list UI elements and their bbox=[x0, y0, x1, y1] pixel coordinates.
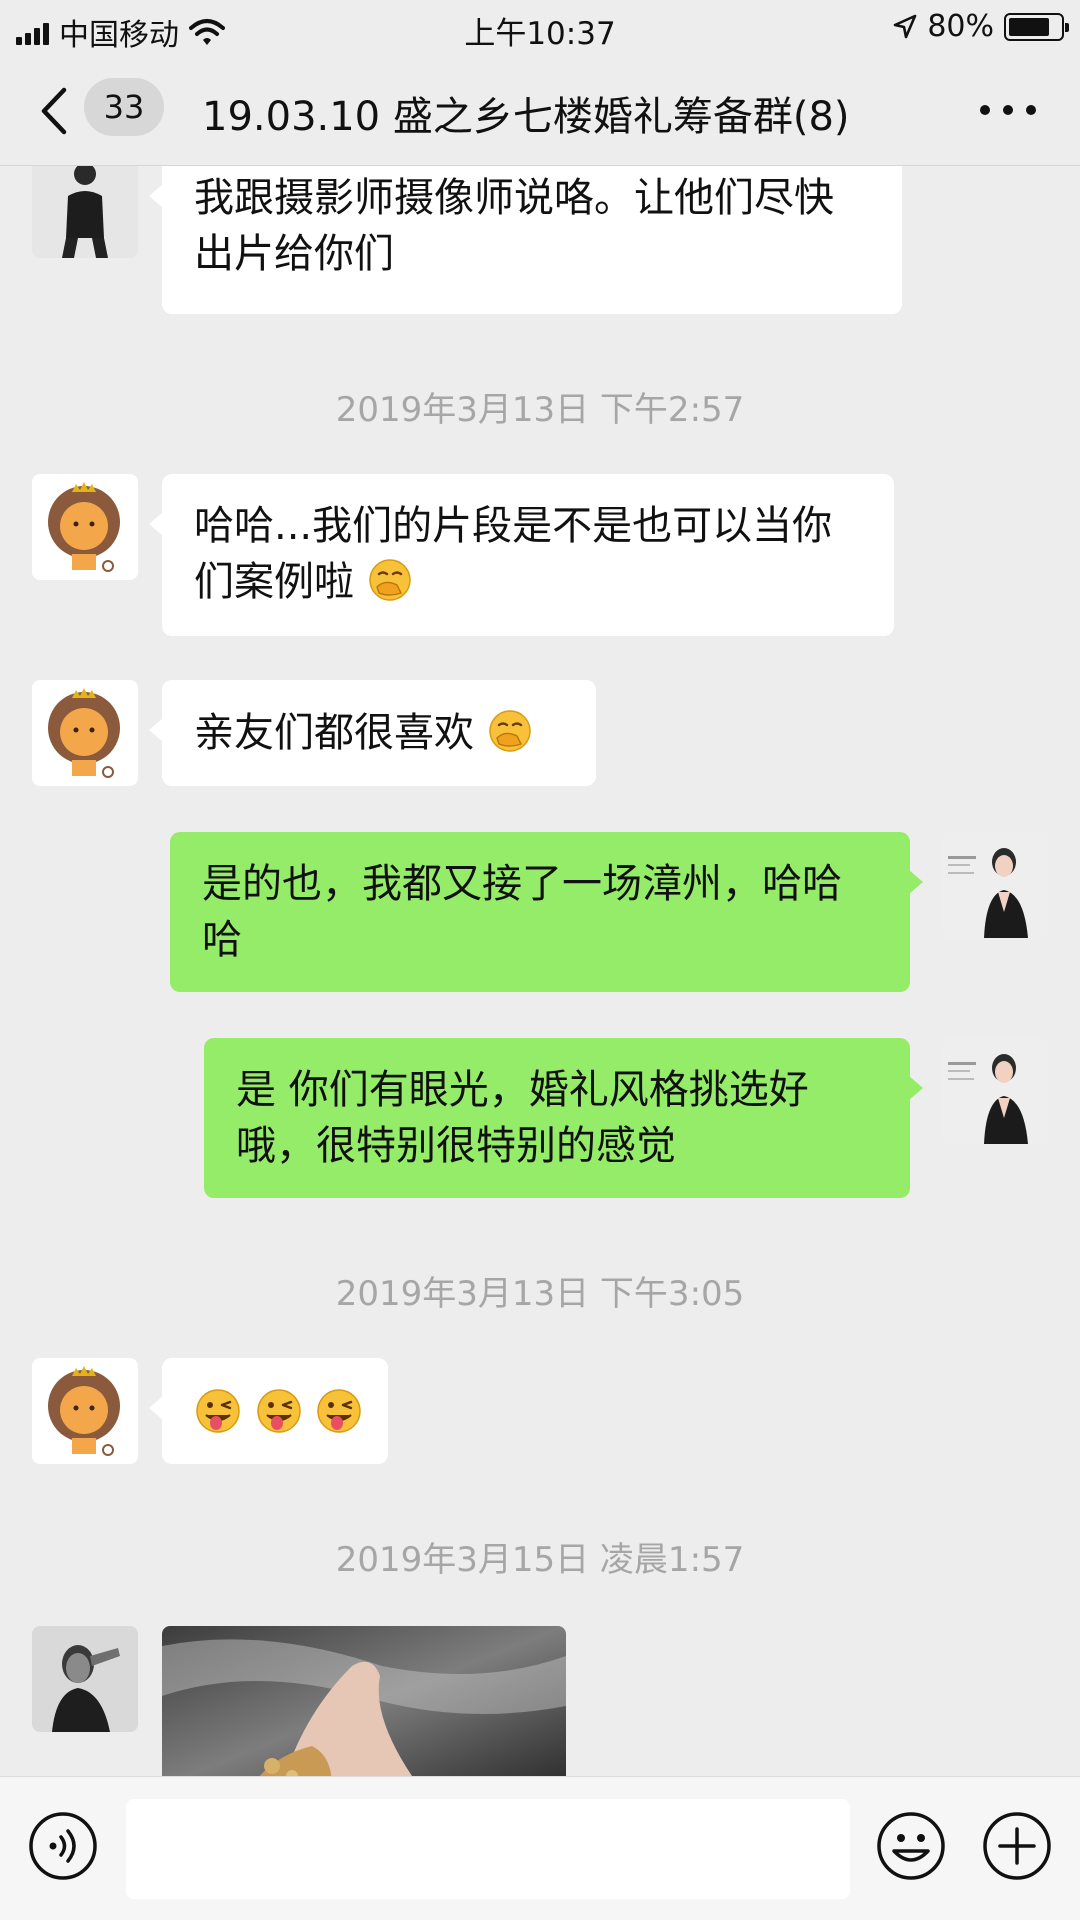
emoji-message-bubble[interactable] bbox=[149, 1358, 388, 1464]
message-bubble[interactable]: 我跟摄影师摄像师说咯。让他们尽快出片给你们 bbox=[149, 166, 902, 314]
dot-icon bbox=[1026, 105, 1036, 115]
dot-icon bbox=[980, 105, 990, 115]
message-list[interactable]: 我跟摄影师摄像师说咯。让他们尽快出片给你们 2019年3月13日 下午2:57 … bbox=[0, 166, 1080, 1776]
back-arrow-icon[interactable] bbox=[30, 84, 80, 138]
input-bar bbox=[0, 1776, 1080, 1920]
message-bubble[interactable]: 亲友们都很喜欢 bbox=[149, 680, 596, 786]
nav-bar: 33 19.03.10 盛之乡七楼婚礼筹备群(8) bbox=[0, 54, 1080, 166]
message-text: 亲友们都很喜欢 bbox=[194, 710, 474, 756]
message-bubble-self[interactable]: 是 你们有眼光，婚礼风格挑选好哦，很特别很特别的感觉 bbox=[204, 1038, 923, 1198]
message-bubble-self[interactable]: 是的也，我都又接了一场漳州，哈哈哈 bbox=[170, 832, 923, 992]
timestamp: 2019年3月15日 凌晨1:57 bbox=[335, 1540, 745, 1580]
message-text: 我跟摄影师摄像师说咯。让他们尽快出片给你们 bbox=[194, 175, 834, 277]
chat-screen: 中国移动 上午10:37 80% 33 19.03.10 盛之乡七楼婚礼筹备群(… bbox=[0, 0, 1080, 1920]
emoji-icon[interactable] bbox=[876, 1811, 946, 1881]
location-arrow-icon bbox=[894, 14, 917, 38]
lion-avatar[interactable] bbox=[32, 1358, 138, 1464]
planner-avatar[interactable] bbox=[942, 1038, 1048, 1144]
winking-face-with-tongue-icon bbox=[317, 1389, 362, 1433]
message-text: 是 你们有眼光，婚礼风格挑选好哦，很特别很特别的感觉 bbox=[236, 1067, 809, 1169]
bridal-shoes-photo[interactable] bbox=[162, 1626, 566, 1776]
chat-title: 19.03.10 盛之乡七楼婚礼筹备群(8) bbox=[202, 94, 850, 140]
more-options-button[interactable] bbox=[980, 98, 1036, 122]
unread-count-badge[interactable]: 33 bbox=[84, 78, 164, 136]
status-bar: 中国移动 上午10:37 80% bbox=[0, 0, 1080, 54]
battery-level bbox=[1009, 17, 1049, 36]
timestamp: 2019年3月13日 下午3:05 bbox=[335, 1274, 745, 1314]
woman-black-suit-avatar[interactable] bbox=[32, 166, 138, 258]
winking-face-with-tongue-icon bbox=[196, 1389, 240, 1433]
lion-avatar[interactable] bbox=[32, 474, 138, 580]
battery-percent: 80% bbox=[927, 9, 994, 44]
timestamp: 2019年3月13日 下午2:57 bbox=[335, 390, 745, 430]
message-text: 是的也，我都又接了一场漳州，哈哈哈 bbox=[202, 861, 842, 963]
planner-avatar[interactable] bbox=[942, 832, 1048, 938]
dot-icon bbox=[1003, 105, 1013, 115]
plus-icon[interactable] bbox=[982, 1811, 1052, 1881]
face-with-hand-over-mouth-icon bbox=[488, 710, 531, 752]
lion-avatar[interactable] bbox=[32, 680, 138, 786]
message-bubble[interactable]: 哈哈...我们的片段是不是也可以当你们案例啦 bbox=[149, 474, 894, 636]
face-with-hand-over-mouth-icon bbox=[368, 559, 411, 601]
battery-icon bbox=[1004, 12, 1069, 41]
message-text: 哈哈...我们的片段是不是也可以当你们案例啦 bbox=[194, 503, 833, 605]
winking-face-with-tongue-icon bbox=[256, 1389, 301, 1433]
man-portrait-avatar[interactable] bbox=[32, 1626, 138, 1732]
message-input[interactable] bbox=[126, 1799, 850, 1899]
voice-icon[interactable] bbox=[28, 1811, 98, 1881]
